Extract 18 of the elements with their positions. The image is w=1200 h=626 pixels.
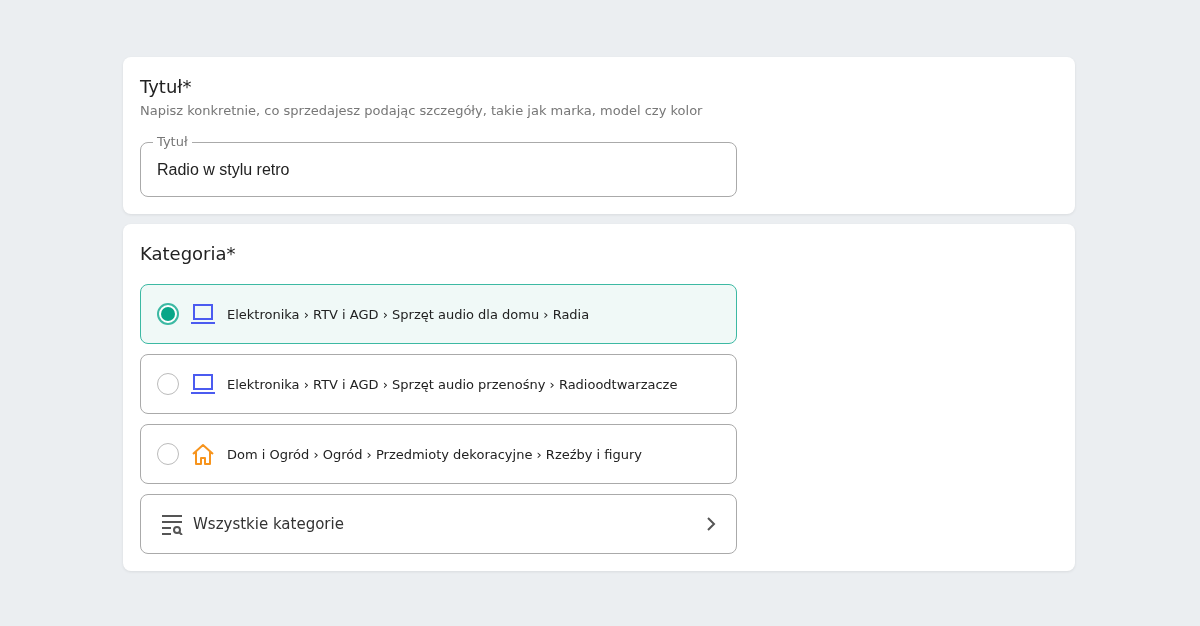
category-option[interactable]: Dom i Ogród › Ogród › Przedmioty dekoracyjne › Rzeźby i figury [140,424,737,484]
category-option[interactable]: Elektronika › RTV i AGD › Sprzęt audio dla domu › Radia [140,284,737,344]
field-label: Tytuł [156,134,189,150]
category-option[interactable]: Elektronika › RTV i AGD › Sprzęt audio przenośny › Radioodtwarzacze [140,354,737,414]
laptop-icon [191,303,215,325]
radio-button[interactable] [157,443,179,465]
chevron-right-icon [706,516,716,532]
section-heading: Kategoria* [140,242,237,266]
radio-button[interactable] [157,303,179,325]
section-heading: Tytuł* [140,75,193,99]
title-input[interactable]: Radio w stylu retro [157,160,720,180]
list-search-icon [161,513,183,535]
house-icon [191,443,215,465]
all-categories-button[interactable]: Wszystkie kategorie [140,494,737,554]
title-input-field[interactable]: Tytuł Radio w stylu retro [140,134,737,197]
laptop-icon [191,373,215,395]
radio-button[interactable] [157,373,179,395]
hint-text: Napisz konkretnie, co sprzedajesz podając szczegóły, takie jak marka, model czy kolor [140,103,704,118]
